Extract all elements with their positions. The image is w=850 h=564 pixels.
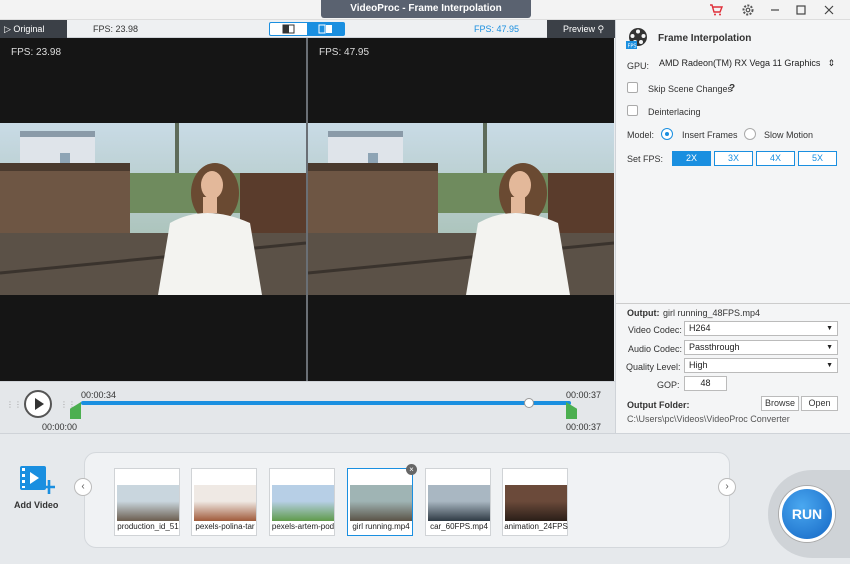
single-view-icon[interactable] — [270, 23, 307, 35]
slow-motion-radio[interactable] — [744, 128, 756, 140]
help-icon[interactable]: ? — [729, 83, 735, 94]
thumbnail-image — [117, 485, 179, 521]
preview-tab-label: Preview — [563, 24, 596, 34]
quality-label: Quality Level: — [626, 362, 681, 372]
play-triangle-icon: ▷ — [4, 24, 14, 34]
open-button[interactable]: Open — [801, 396, 838, 411]
thumbnail-image — [194, 485, 256, 521]
thumbnail-filename: pexels-artem-pod — [271, 522, 335, 531]
svg-text:FPS: FPS — [628, 44, 637, 50]
split-view-icon[interactable] — [307, 23, 344, 35]
window-title: VideoProc - Frame Interpolation — [321, 0, 531, 18]
magnifier-icon: ⚲ — [595, 24, 605, 34]
output-file-name: girl running_48FPS.mp4 — [663, 308, 761, 318]
add-video-label[interactable]: Add Video — [14, 500, 58, 510]
audio-codec-label: Audio Codec: — [628, 344, 683, 354]
thumbnail-image — [272, 485, 334, 521]
thumbnail-filename: pexels-polina-tar — [195, 522, 255, 531]
source-fps-label: FPS: 23.98 — [93, 24, 139, 34]
thumbnail-filename: car_60FPS.mp4 — [430, 522, 488, 531]
film-reel-icon: FPS — [626, 27, 650, 53]
video-codec-select[interactable]: H264 ▼ — [684, 321, 838, 336]
video-thumbnail[interactable]: car_60FPS.mp4 — [425, 468, 491, 536]
video-thumbnail[interactable]: production_id_51 — [114, 468, 180, 536]
thumbnail-image — [505, 485, 567, 521]
gpu-label: GPU: — [627, 61, 650, 71]
panel-title: Frame Interpolation — [658, 33, 752, 44]
output-label: Output: — [627, 308, 660, 318]
video-thumbnail[interactable]: pexels-polina-tar — [191, 468, 257, 536]
cart-icon[interactable] — [705, 1, 727, 18]
view-mode-toggle[interactable] — [269, 22, 345, 36]
original-tab[interactable]: ▷ Original — [0, 20, 67, 38]
gop-label: GOP: — [657, 380, 680, 390]
end-time: 00:00:37 — [566, 422, 602, 432]
fps-4x-button[interactable]: 4X — [756, 151, 795, 166]
output-fps-label: FPS: 47.95 — [474, 24, 520, 34]
remove-file-icon[interactable]: × — [406, 464, 417, 475]
output-folder-path: C:\Users\pc\Videos\VideoProc Converter — [627, 414, 790, 424]
run-button[interactable]: RUN — [779, 486, 835, 542]
minimize-icon[interactable] — [764, 1, 786, 18]
video-frame-original — [0, 123, 306, 295]
preview-fps-overlay: FPS: 47.95 — [319, 47, 370, 58]
preview-video-pane[interactable]: FPS: 47.95 — [308, 38, 614, 381]
trim-start-marker: 00:00:34 — [81, 390, 117, 400]
play-button[interactable] — [24, 390, 52, 418]
scroll-right-button[interactable]: › — [718, 478, 736, 496]
fps-3x-button[interactable]: 3X — [714, 151, 753, 166]
caret-down-icon: ▼ — [826, 325, 833, 332]
video-thumbnail[interactable]: girl running.mp4 × — [347, 464, 417, 536]
fps-2x-button[interactable]: 2X — [672, 151, 711, 166]
gpu-select[interactable]: AMD Radeon(TM) RX Vega 11 Graphics ⇕ — [655, 57, 839, 72]
close-icon[interactable] — [818, 1, 840, 18]
gear-icon[interactable] — [737, 1, 759, 18]
caret-down-icon: ▼ — [826, 362, 833, 369]
timeline-bar — [0, 381, 615, 433]
output-divider — [616, 303, 850, 304]
trim-end-marker: 00:00:37 — [566, 390, 602, 400]
caret-down-icon: ▼ — [826, 344, 833, 351]
gpu-value: AMD Radeon(TM) RX Vega 11 Graphics — [659, 58, 821, 68]
fps-5x-button[interactable]: 5X — [798, 151, 837, 166]
video-codec-label: Video Codec: — [628, 325, 682, 335]
audio-codec-value: Passthrough — [689, 342, 740, 352]
deinterlacing-label: Deinterlacing — [648, 107, 701, 117]
thumbnail-image — [350, 485, 412, 521]
slow-motion-label: Slow Motion — [764, 130, 814, 140]
skip-scene-label: Skip Scene Changes — [648, 84, 733, 94]
original-tab-label: Original — [13, 24, 45, 34]
grip-icon: ⋮⋮ — [6, 400, 22, 409]
scroll-left-button[interactable]: ‹ — [74, 478, 92, 496]
video-thumbnail[interactable]: pexels-artem-pod — [269, 468, 335, 536]
thumbnail-filename: production_id_51 — [117, 522, 179, 531]
audio-codec-select[interactable]: Passthrough ▼ — [684, 340, 838, 355]
browse-button[interactable]: Browse — [761, 396, 799, 411]
video-frame-preview — [308, 123, 614, 295]
maximize-icon[interactable] — [790, 1, 812, 18]
skip-scene-checkbox[interactable] — [627, 82, 638, 93]
insert-frames-label: Insert Frames — [682, 130, 738, 140]
thumbnail-filename: girl running.mp4 — [352, 522, 410, 531]
original-fps-overlay: FPS: 23.98 — [11, 47, 62, 58]
thumbnail-image — [428, 485, 490, 521]
updown-icon: ⇕ — [827, 58, 835, 68]
video-thumbnail[interactable]: animation_24FPS — [502, 468, 568, 536]
play-icon — [35, 398, 44, 410]
deinterlacing-checkbox[interactable] — [627, 105, 638, 116]
output-folder-label: Output Folder: — [627, 400, 690, 410]
quality-value: High — [689, 360, 708, 370]
timeline-track[interactable] — [81, 401, 571, 405]
preview-tab[interactable]: Preview ⚲ — [547, 20, 615, 38]
model-label: Model: — [627, 130, 655, 140]
insert-frames-radio[interactable] — [661, 128, 673, 140]
gop-input[interactable]: 48 — [684, 376, 727, 391]
start-time: 00:00:00 — [42, 422, 78, 432]
quality-select[interactable]: High ▼ — [684, 358, 838, 373]
setfps-label: Set FPS: — [627, 154, 664, 164]
add-video-icon[interactable] — [19, 464, 56, 498]
thumbnail-filename: animation_24FPS — [504, 522, 568, 531]
original-video-pane[interactable]: FPS: 23.98 — [0, 38, 306, 381]
video-codec-value: H264 — [689, 323, 711, 333]
